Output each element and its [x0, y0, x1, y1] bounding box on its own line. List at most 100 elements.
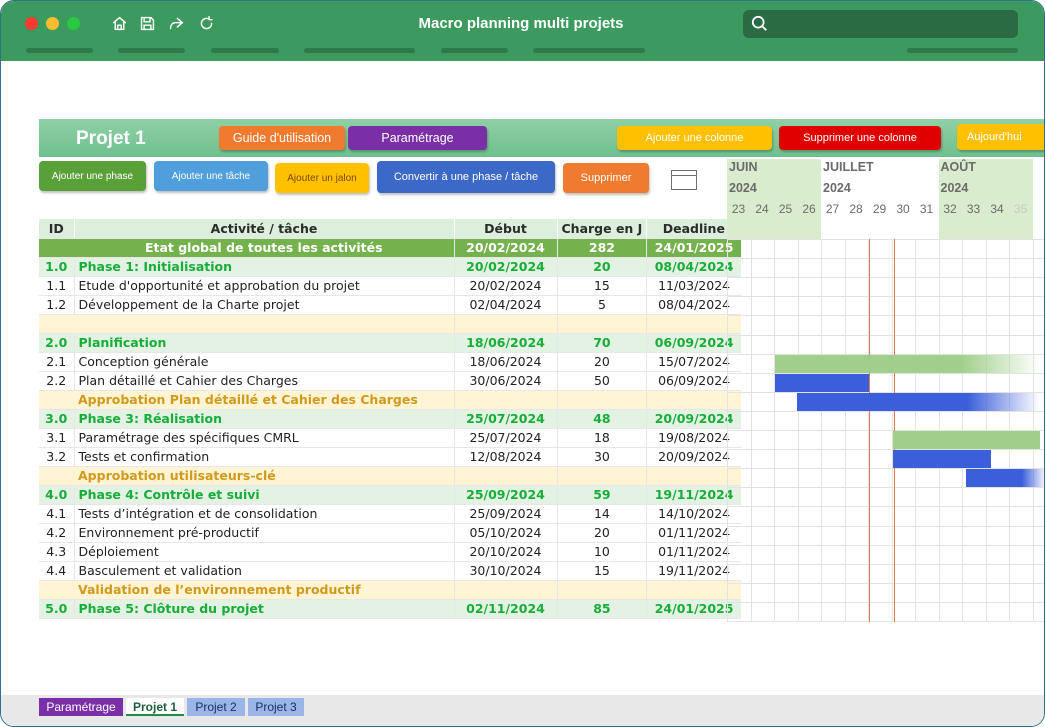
table-row[interactable]: 3.1 Paramétrage des spécifiques CMRL 25/07…: [39, 428, 741, 448]
table-cell-activity[interactable]: Phase 4: Contrôle et suivi: [74, 485, 454, 505]
table-cell-start[interactable]: 30/06/2024: [453, 371, 557, 391]
table-cell-id[interactable]: 5.0: [39, 599, 75, 619]
table-cell-load[interactable]: [556, 580, 647, 600]
table-row[interactable]: Approbation Plan détaillé et Cahier des …: [39, 390, 741, 410]
table-cell-id[interactable]: 3.1: [39, 428, 75, 448]
table-cell-id[interactable]: 1.1: [39, 276, 75, 296]
table-cell-load[interactable]: 5: [556, 295, 647, 315]
table-cell-id[interactable]: 4.2: [39, 523, 75, 543]
column-header[interactable]: ID: [39, 219, 75, 239]
add-column-button[interactable]: Ajouter une colonne: [617, 126, 772, 150]
table-row[interactable]: 2.1 Conception générale 18/06/2024 20 15/07/…: [39, 352, 741, 372]
table-row[interactable]: 4.2 Environnement pré-productif 05/10/2024…: [39, 523, 741, 543]
add-task-button[interactable]: Ajouter une tâche: [154, 161, 268, 191]
table-cell-start[interactable]: [453, 580, 557, 600]
table-cell-id[interactable]: [39, 238, 74, 258]
table-cell-start[interactable]: 18/06/2024: [453, 333, 557, 353]
table-cell-load[interactable]: 48: [556, 409, 647, 429]
table-cell-load[interactable]: 18: [556, 428, 647, 448]
table-cell-id[interactable]: 4.0: [39, 485, 75, 505]
gantt-bar[interactable]: [893, 450, 991, 469]
table-row[interactable]: 5.0 Phase 5: Clôture du projet 02/11/2024 8…: [39, 599, 741, 619]
search-input[interactable]: [743, 10, 1018, 38]
convert-button[interactable]: Convertir à une phase / tâche: [377, 161, 555, 193]
table-cell-load[interactable]: 59: [556, 485, 647, 505]
table-row[interactable]: 4.4 Basculement et validation 30/10/2024 15…: [39, 561, 741, 581]
table-cell-activity[interactable]: Validation de l’environnement productif: [74, 580, 454, 600]
table-cell-id[interactable]: 4.1: [39, 504, 75, 524]
table-cell-start[interactable]: 20/02/2024: [453, 238, 557, 258]
table-row[interactable]: Validation de l’environnement productif: [39, 580, 741, 600]
table-cell-id[interactable]: 2.1: [39, 352, 75, 372]
table-cell-start[interactable]: 25/09/2024: [453, 504, 557, 524]
table-cell-activity[interactable]: Phase 1: Initialisation: [74, 257, 454, 277]
table-cell-id[interactable]: 2.0: [39, 333, 75, 353]
minimize-window-button[interactable]: [46, 17, 59, 30]
column-header[interactable]: Charge en J: [556, 219, 648, 239]
column-header[interactable]: Début: [453, 219, 558, 239]
table-cell-load[interactable]: [556, 390, 647, 410]
table-row[interactable]: 4.1 Tests d’intégration et de consolidati…: [39, 504, 741, 524]
table-cell-start[interactable]: 18/06/2024: [453, 352, 557, 372]
table-cell-id[interactable]: [39, 580, 74, 600]
table-cell-start[interactable]: 25/07/2024: [453, 428, 557, 448]
table-cell-activity[interactable]: Phase 3: Réalisation: [74, 409, 454, 429]
table-cell-activity[interactable]: Conception générale: [74, 352, 454, 372]
table-cell-load[interactable]: 10: [556, 542, 647, 562]
table-cell-load[interactable]: 14: [556, 504, 647, 524]
home-icon[interactable]: [109, 13, 129, 33]
table-cell-id[interactable]: 3.2: [39, 447, 75, 467]
table-cell-start[interactable]: 20/02/2024: [453, 276, 557, 296]
gantt-bar[interactable]: [775, 354, 1040, 373]
maximize-window-button[interactable]: [67, 17, 80, 30]
sheet-tab[interactable]: Projet 3: [248, 698, 304, 716]
table-cell-load[interactable]: 15: [556, 561, 647, 581]
table-cell-id[interactable]: 4.4: [39, 561, 75, 581]
table-row[interactable]: Etat global de toutes les activités 20/02…: [39, 238, 741, 258]
table-cell-id[interactable]: 1.2: [39, 295, 75, 315]
table-row[interactable]: 3.0 Phase 3: Réalisation 25/07/2024 48 20/09…: [39, 409, 741, 429]
table-cell-activity[interactable]: Tests d’intégration et de consolidation: [74, 504, 454, 524]
table-cell-activity[interactable]: Paramétrage des spécifiques CMRL: [74, 428, 454, 448]
table-row[interactable]: 1.1 Etude d'opportunité et approbation du…: [39, 276, 741, 296]
gantt-bar[interactable]: [775, 373, 869, 392]
table-cell-id[interactable]: [39, 466, 74, 486]
table-cell-load[interactable]: 20: [556, 257, 647, 277]
table-cell-id[interactable]: [39, 314, 74, 334]
table-row[interactable]: 1.0 Phase 1: Initialisation 20/02/2024 20 08…: [39, 257, 741, 277]
table-row[interactable]: 3.2 Tests et confirmation 12/08/2024 30 20/0…: [39, 447, 741, 467]
table-cell-start[interactable]: 05/10/2024: [453, 523, 557, 543]
table-cell-load[interactable]: 15: [556, 276, 647, 296]
table-cell-start[interactable]: 20/10/2024: [453, 542, 557, 562]
sheet-tab[interactable]: Projet 2: [187, 698, 245, 716]
refresh-icon[interactable]: [196, 13, 216, 33]
delete-button[interactable]: Supprimer: [563, 163, 649, 193]
table-cell-activity[interactable]: Plan détaillé et Cahier des Charges: [74, 371, 454, 391]
form-icon[interactable]: [671, 170, 697, 190]
table-cell-activity[interactable]: Etat global de toutes les activités: [74, 238, 454, 258]
today-button[interactable]: Aujourd'hui: [957, 124, 1044, 150]
table-cell-start[interactable]: 02/04/2024: [453, 295, 557, 315]
table-cell-activity[interactable]: Phase 5: Clôture du projet: [74, 599, 454, 619]
table-cell-activity[interactable]: Approbation Plan détaillé et Cahier des …: [74, 390, 454, 410]
table-row[interactable]: 1.2 Développement de la Charte projet 02/0…: [39, 295, 741, 315]
table-row[interactable]: [39, 314, 741, 334]
gantt-bar[interactable]: [797, 392, 1040, 411]
table-cell-start[interactable]: 20/02/2024: [453, 257, 557, 277]
table-cell-activity[interactable]: Déploiement: [74, 542, 454, 562]
table-cell-id[interactable]: [39, 390, 74, 410]
table-cell-start[interactable]: [453, 390, 557, 410]
table-row[interactable]: 4.0 Phase 4: Contrôle et suivi 25/09/2024 5…: [39, 485, 741, 505]
column-header[interactable]: Activité / tâche: [74, 219, 455, 239]
table-cell-id[interactable]: 2.2: [39, 371, 75, 391]
add-phase-button[interactable]: Ajouter une phase: [39, 161, 146, 191]
table-row[interactable]: Approbation utilisateurs-clé: [39, 466, 741, 486]
table-cell-start[interactable]: 12/08/2024: [453, 447, 557, 467]
table-cell-start[interactable]: [453, 314, 557, 334]
sheet-tab[interactable]: Projet 1: [126, 698, 184, 716]
table-row[interactable]: 4.3 Déploiement 20/10/2024 10 01/11/2024: [39, 542, 741, 562]
table-cell-load[interactable]: 70: [556, 333, 647, 353]
table-cell-activity[interactable]: Environnement pré-productif: [74, 523, 454, 543]
table-cell-load[interactable]: 50: [556, 371, 647, 391]
table-cell-start[interactable]: 02/11/2024: [453, 599, 557, 619]
